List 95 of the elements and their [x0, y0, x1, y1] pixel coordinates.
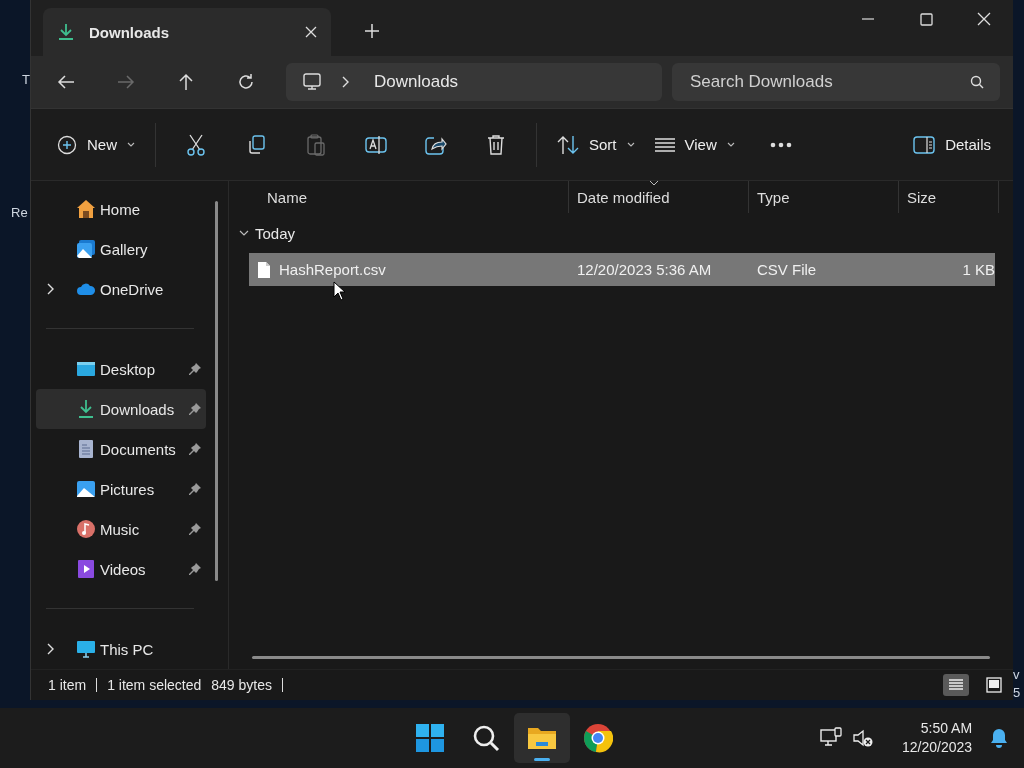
muted-speaker-icon[interactable]	[852, 727, 874, 749]
new-tab-icon[interactable]	[365, 24, 379, 38]
desktop-icon-label: 5	[1013, 685, 1021, 700]
gallery-icon	[76, 239, 96, 259]
sidebar-item[interactable]: Pictures	[36, 469, 206, 509]
refresh-icon[interactable]	[237, 73, 255, 91]
status-text: 1 item selected	[107, 677, 202, 693]
scissors-icon[interactable]	[186, 133, 206, 156]
desktop-icon	[76, 359, 96, 379]
caret-icon	[626, 141, 635, 148]
pin-icon[interactable]	[189, 443, 201, 455]
sidebar-item[interactable]: Documents	[36, 429, 206, 469]
sort-arrows-icon	[557, 134, 579, 155]
pin-icon[interactable]	[189, 403, 201, 415]
folder-icon	[527, 725, 557, 751]
sidebar-item[interactable]: This PC	[36, 629, 206, 669]
size-cell-text: 1 KB	[961, 260, 995, 280]
view-button[interactable]: View	[644, 124, 745, 165]
list-view-icon	[948, 678, 964, 692]
sidebar-item[interactable]: OneDrive	[36, 269, 206, 309]
search-field[interactable]: Search Downloads	[672, 63, 1000, 101]
clock-time[interactable]: 5:50 AM	[920, 719, 973, 738]
pc-icon	[76, 639, 96, 659]
caret-icon	[127, 141, 135, 148]
up-arrow-icon[interactable]	[178, 73, 194, 91]
plus-circle-icon	[57, 134, 77, 155]
file-icon	[257, 260, 271, 279]
file-row[interactable]: HashReport.csv 12/20/2023 5:36 AM CSV File 1 KB	[249, 253, 995, 286]
trash-icon[interactable]	[487, 133, 505, 156]
scrollbar[interactable]	[215, 201, 218, 581]
chevron-icon[interactable]	[46, 283, 54, 295]
sidebar-item[interactable]: Desktop	[36, 349, 206, 389]
back-arrow-icon[interactable]	[57, 74, 75, 90]
network-icon[interactable]	[820, 727, 842, 749]
mouse-cursor-icon	[333, 281, 347, 301]
sidebar-item[interactable]: Downloads	[36, 389, 206, 429]
file-name: HashReport.csv	[279, 261, 386, 278]
sort-button[interactable]: Sort	[547, 124, 645, 165]
share-icon[interactable]	[425, 134, 447, 155]
computer-icon	[302, 73, 322, 91]
preview-view-icon	[986, 677, 1002, 693]
clock-date[interactable]: 12/20/2023	[902, 738, 973, 757]
column-header[interactable]: Date modified	[569, 181, 749, 213]
video-icon	[76, 559, 96, 579]
group-header[interactable]: Today	[239, 213, 1013, 253]
desktop-icon-label: v	[1013, 667, 1020, 682]
list-lines-icon	[654, 136, 675, 153]
copy-icon[interactable]	[246, 134, 266, 155]
new-button[interactable]: New	[47, 124, 145, 165]
pin-icon[interactable]	[189, 363, 201, 375]
address-bar[interactable]: Downloads	[286, 63, 662, 101]
home-icon	[76, 199, 96, 219]
sidebar-item[interactable]: Home	[36, 189, 206, 229]
windows-logo-icon	[415, 723, 445, 753]
status-text: 1 item	[48, 677, 87, 693]
column-header[interactable]: Type	[749, 181, 899, 213]
bell-icon[interactable]	[990, 728, 1009, 748]
details-pane-icon	[913, 135, 936, 154]
desktop-icon-label: Re	[11, 205, 28, 220]
pin-icon[interactable]	[189, 563, 201, 575]
pictures-icon	[76, 479, 96, 499]
browser-logo-icon	[583, 723, 613, 753]
sidebar-item[interactable]: Videos	[36, 549, 206, 589]
tab-title: Downloads	[89, 23, 170, 41]
download-icon	[76, 399, 96, 419]
status-text: 849 bytes	[211, 677, 272, 693]
folder-app-button[interactable]	[514, 713, 570, 763]
breadcrumb[interactable]: Downloads	[374, 72, 459, 92]
chevron-icon[interactable]	[46, 643, 54, 655]
caret-icon	[726, 141, 735, 148]
search-icon	[472, 724, 500, 752]
date-cell-text: 12/20/2023 5:36 AM	[577, 260, 713, 280]
desktop-icon-label: T	[22, 72, 30, 87]
details-view-button[interactable]	[943, 674, 969, 696]
maximize-icon[interactable]	[919, 12, 933, 26]
music-icon	[76, 519, 96, 539]
document-icon	[76, 439, 96, 459]
sidebar-item[interactable]: Music	[36, 509, 206, 549]
close-icon[interactable]	[305, 26, 317, 38]
column-header[interactable]: Name	[249, 181, 569, 213]
column-header[interactable]: Size	[899, 181, 999, 213]
sidebar-item[interactable]: Gallery	[36, 229, 206, 269]
type-cell-text: CSV File	[757, 260, 818, 280]
close-icon[interactable]	[977, 12, 991, 26]
scrollbar[interactable]	[252, 656, 990, 659]
pin-icon[interactable]	[189, 483, 201, 495]
group-title: Today	[255, 224, 296, 242]
details-button[interactable]: Details	[903, 124, 1001, 165]
window-tab[interactable]: Downloads	[43, 8, 331, 56]
pin-icon[interactable]	[189, 523, 201, 535]
search-icon	[970, 75, 984, 89]
rename-icon[interactable]	[365, 134, 387, 155]
download-icon	[57, 23, 75, 41]
more-options-icon[interactable]	[769, 141, 792, 148]
chevron-icon	[340, 76, 350, 88]
